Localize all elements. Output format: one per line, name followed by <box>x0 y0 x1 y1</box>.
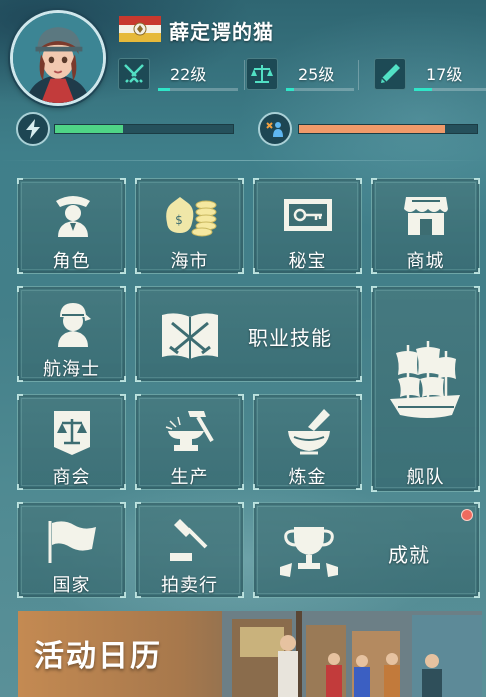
avatar-portrait <box>13 13 103 103</box>
alchemy-label: 炼金 <box>288 467 327 488</box>
trophy-icon <box>280 527 338 577</box>
achievement-button[interactable]: 成就 <box>253 502 480 598</box>
production-label: 生产 <box>170 467 209 488</box>
job-skill-button[interactable]: 职业技能 <box>135 286 362 382</box>
navigator-label: 航海士 <box>43 359 100 380</box>
book-swords-icon <box>162 313 218 359</box>
anvil-hammer-icon <box>165 411 214 451</box>
mall-button[interactable]: 商城 <box>371 178 480 274</box>
treasure-button[interactable]: 秘宝 <box>253 178 362 274</box>
skill-stat-trade[interactable]: 25级 <box>246 58 366 92</box>
navigator-button[interactable]: 航海士 <box>17 286 126 382</box>
skill-progress-combat <box>158 88 238 91</box>
achievement-label: 成就 <box>388 543 430 567</box>
skill-stat-adventure[interactable]: 17级 <box>374 58 486 92</box>
stat-divider <box>358 60 359 90</box>
production-button[interactable]: 生产 <box>135 394 244 490</box>
pen-icon <box>374 58 406 90</box>
crossed-swords-icon <box>118 58 150 90</box>
nation-button[interactable]: 国家 <box>17 502 126 598</box>
alchemy-button[interactable]: 炼金 <box>253 394 362 490</box>
notification-dot <box>461 509 473 521</box>
player-avatar[interactable] <box>10 10 106 106</box>
shop-building-icon <box>404 197 448 235</box>
market-label: 海市 <box>170 251 209 272</box>
svg-text:$: $ <box>175 213 183 227</box>
event-calendar-banner[interactable]: 活动日历 <box>18 611 482 697</box>
pirate-bust-icon <box>56 196 90 237</box>
player-name: 薛定谔的猫 <box>169 20 274 44</box>
skill-progress-trade <box>286 88 354 91</box>
role-button[interactable]: 角色 <box>17 178 126 274</box>
skill-level-trade: 25级 <box>298 65 335 84</box>
skill-progress-adventure <box>414 88 486 91</box>
guild-label: 商会 <box>52 467 91 488</box>
crew-vitality-status[interactable] <box>258 112 482 146</box>
harbor-scene-image <box>222 611 482 697</box>
mortar-pestle-icon <box>288 409 330 455</box>
guild-banner-scales-icon <box>54 411 90 455</box>
event-calendar-title: 活动日历 <box>34 639 162 674</box>
fleet-label: 舰队 <box>406 467 445 488</box>
crew-icon <box>258 112 292 146</box>
guild-button[interactable]: 商会 <box>17 394 126 490</box>
lightning-icon <box>16 112 50 146</box>
mall-label: 商城 <box>406 251 445 272</box>
fleet-button[interactable]: 舰队 <box>371 286 480 492</box>
crew-vitality-bar <box>298 124 478 134</box>
waving-flag-icon <box>48 521 96 563</box>
treasure-label: 秘宝 <box>288 251 327 272</box>
stat-divider <box>244 60 245 90</box>
nation-label: 国家 <box>52 575 91 596</box>
scales-icon <box>246 58 278 90</box>
energy-status[interactable] <box>16 112 238 146</box>
skill-stat-combat[interactable]: 22级 <box>118 58 238 92</box>
market-button[interactable]: $ 海市 <box>135 178 244 274</box>
bandana-sailor-icon <box>58 303 91 347</box>
job-skill-label: 职业技能 <box>248 326 332 350</box>
gavel-icon <box>170 519 208 561</box>
role-label: 角色 <box>52 251 91 272</box>
energy-bar <box>54 124 234 134</box>
money-bag-coins-icon: $ <box>166 197 217 237</box>
skill-level-adventure: 17级 <box>426 65 463 84</box>
auction-button[interactable]: 拍卖行 <box>135 502 244 598</box>
auction-label: 拍卖行 <box>161 575 218 596</box>
nation-flag-icon <box>119 16 161 42</box>
skill-level-combat: 22级 <box>170 65 207 84</box>
header-divider <box>0 160 486 161</box>
sailing-ship-icon <box>390 341 460 418</box>
treasure-chest-key-icon <box>284 199 332 231</box>
